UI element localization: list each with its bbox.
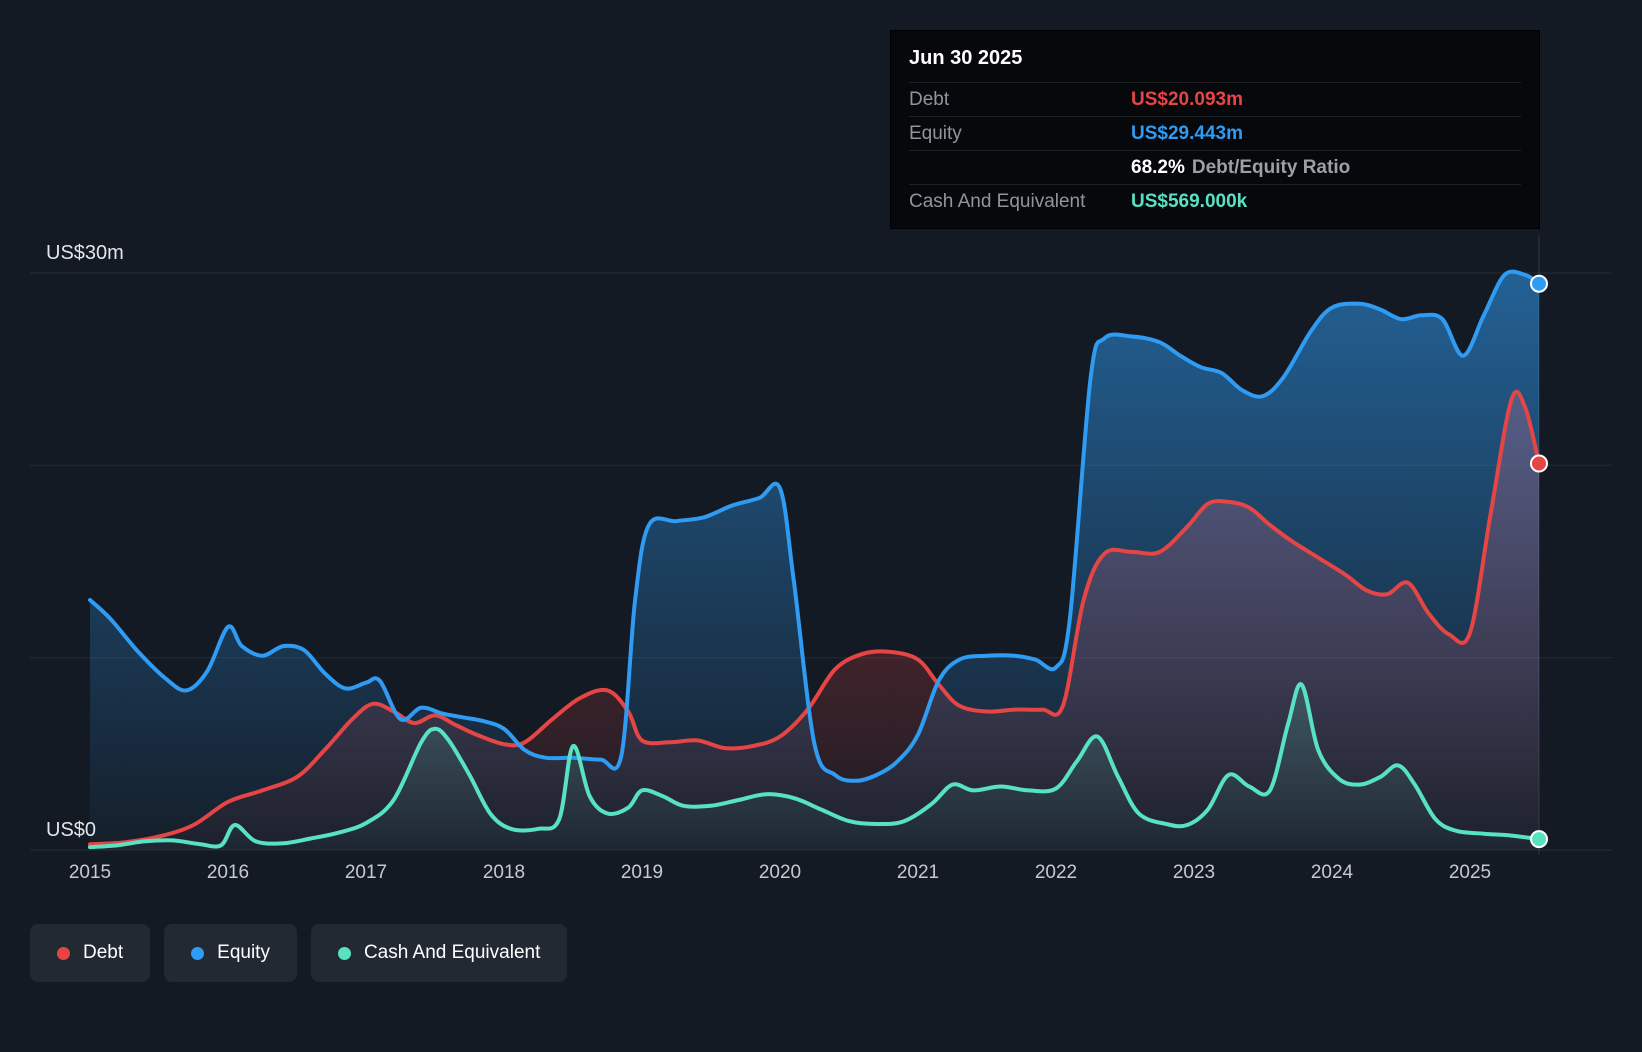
tooltip-debt-label: Debt <box>909 88 950 110</box>
tooltip-row-debt: Debt US$20.093m <box>909 82 1521 116</box>
debt-legend-dot-icon <box>57 946 70 960</box>
legend-debt-label: Debt <box>83 942 124 963</box>
svg-text:2018: 2018 <box>483 862 525 883</box>
legend-cash-label: Cash And Equivalent <box>363 942 541 963</box>
legend-equity-label: Equity <box>217 942 270 963</box>
svg-text:2015: 2015 <box>69 862 111 883</box>
tooltip-row-ratio: 68.2% Debt/Equity Ratio <box>909 150 1521 184</box>
tooltip-date: Jun 30 2025 <box>909 47 1023 69</box>
svg-text:2023: 2023 <box>1173 862 1215 883</box>
svg-text:2025: 2025 <box>1449 862 1491 883</box>
tooltip-ratio-value: 68.2% <box>1131 156 1185 178</box>
legend-item-debt[interactable]: Debt <box>30 924 151 982</box>
tooltip-ratio: 68.2% Debt/Equity Ratio <box>1131 157 1350 179</box>
svg-text:2024: 2024 <box>1311 862 1354 883</box>
svg-text:US$30m: US$30m <box>46 242 124 264</box>
tooltip-cash-label: Cash And Equivalent <box>909 190 1086 212</box>
tooltip-debt-value: US$20.093m <box>1131 88 1243 110</box>
svg-text:US$0: US$0 <box>46 819 96 841</box>
chart-panel: US$30m US$0 2015 2016 2017 2018 2019 2020 2021 20… <box>0 0 1642 1052</box>
svg-text:2019: 2019 <box>621 862 663 883</box>
svg-text:2021: 2021 <box>897 862 939 883</box>
tooltip: Jun 30 2025 Debt US$20.093m Equity US$29… <box>890 30 1540 229</box>
svg-text:2017: 2017 <box>345 862 387 883</box>
tooltip-equity-value: US$29.443m <box>1131 122 1243 144</box>
svg-text:2022: 2022 <box>1035 862 1077 883</box>
tooltip-ratio-label: Debt/Equity Ratio <box>1191 156 1351 178</box>
cash-legend-dot-icon <box>337 946 351 960</box>
tooltip-row-equity: Equity US$29.443m <box>909 116 1521 150</box>
tooltip-equity-label: Equity <box>909 122 962 144</box>
equity-legend-dot-icon <box>191 946 205 960</box>
legend-item-cash[interactable]: Cash And Equivalent <box>310 924 568 982</box>
legend-item-equity[interactable]: Equity <box>164 924 297 982</box>
svg-text:2016: 2016 <box>207 862 249 883</box>
tooltip-row-cash: Cash And Equivalent US$569.000k <box>909 184 1521 218</box>
svg-text:2020: 2020 <box>759 862 801 883</box>
legend: Debt Equity Cash And Equivalent <box>30 924 568 982</box>
tooltip-cash-value: US$569.000k <box>1131 190 1248 212</box>
